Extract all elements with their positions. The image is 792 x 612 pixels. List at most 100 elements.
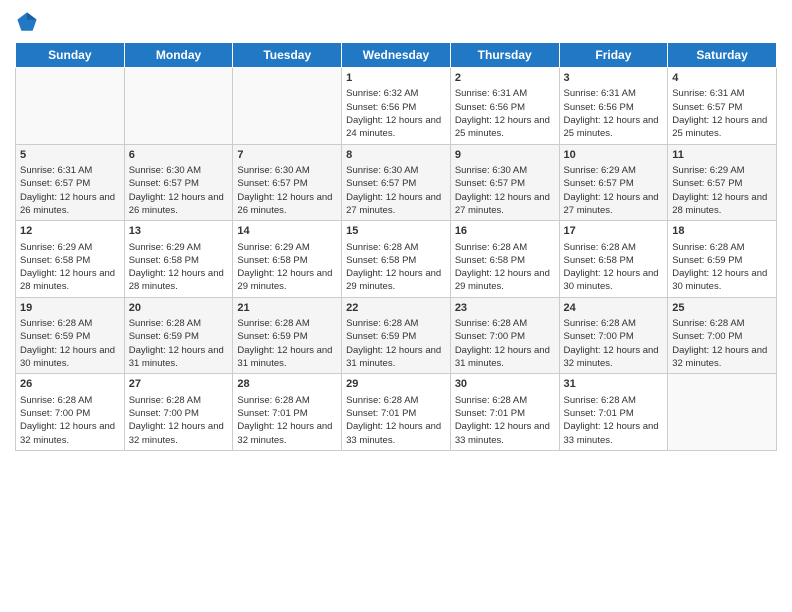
daylight-text: Daylight: 12 hours and 26 minutes. bbox=[129, 191, 229, 218]
calendar-cell: 25Sunrise: 6:28 AMSunset: 7:00 PMDayligh… bbox=[668, 297, 777, 374]
day-number: 6 bbox=[129, 148, 229, 163]
sunrise-text: Sunrise: 6:28 AM bbox=[672, 241, 772, 254]
daylight-text: Daylight: 12 hours and 30 minutes. bbox=[672, 267, 772, 294]
calendar-cell: 4Sunrise: 6:31 AMSunset: 6:57 PMDaylight… bbox=[668, 68, 777, 145]
daylight-text: Daylight: 12 hours and 29 minutes. bbox=[346, 267, 446, 294]
sunset-text: Sunset: 6:57 PM bbox=[455, 177, 555, 190]
sunrise-text: Sunrise: 6:31 AM bbox=[20, 164, 120, 177]
day-number: 27 bbox=[129, 377, 229, 392]
sunset-text: Sunset: 6:57 PM bbox=[237, 177, 337, 190]
sunrise-text: Sunrise: 6:32 AM bbox=[346, 87, 446, 100]
sunset-text: Sunset: 6:57 PM bbox=[672, 101, 772, 114]
day-number: 16 bbox=[455, 224, 555, 239]
sunset-text: Sunset: 6:58 PM bbox=[129, 254, 229, 267]
sunset-text: Sunset: 6:58 PM bbox=[564, 254, 664, 267]
daylight-text: Daylight: 12 hours and 32 minutes. bbox=[129, 420, 229, 447]
daylight-text: Daylight: 12 hours and 32 minutes. bbox=[237, 420, 337, 447]
calendar-cell: 1Sunrise: 6:32 AMSunset: 6:56 PMDaylight… bbox=[342, 68, 451, 145]
calendar-cell: 9Sunrise: 6:30 AMSunset: 6:57 PMDaylight… bbox=[450, 144, 559, 221]
sunrise-text: Sunrise: 6:29 AM bbox=[237, 241, 337, 254]
daylight-text: Daylight: 12 hours and 33 minutes. bbox=[564, 420, 664, 447]
sunset-text: Sunset: 7:01 PM bbox=[455, 407, 555, 420]
sunset-text: Sunset: 6:58 PM bbox=[20, 254, 120, 267]
calendar-cell bbox=[16, 68, 125, 145]
calendar-cell: 28Sunrise: 6:28 AMSunset: 7:01 PMDayligh… bbox=[233, 374, 342, 451]
sunset-text: Sunset: 7:00 PM bbox=[129, 407, 229, 420]
daylight-text: Daylight: 12 hours and 28 minutes. bbox=[672, 191, 772, 218]
daylight-text: Daylight: 12 hours and 26 minutes. bbox=[20, 191, 120, 218]
sunset-text: Sunset: 7:01 PM bbox=[237, 407, 337, 420]
sunset-text: Sunset: 6:58 PM bbox=[237, 254, 337, 267]
sunrise-text: Sunrise: 6:30 AM bbox=[346, 164, 446, 177]
daylight-text: Daylight: 12 hours and 27 minutes. bbox=[455, 191, 555, 218]
daylight-text: Daylight: 12 hours and 31 minutes. bbox=[129, 344, 229, 371]
calendar-cell: 20Sunrise: 6:28 AMSunset: 6:59 PMDayligh… bbox=[124, 297, 233, 374]
calendar-cell: 31Sunrise: 6:28 AMSunset: 7:01 PMDayligh… bbox=[559, 374, 668, 451]
calendar-week-row: 26Sunrise: 6:28 AMSunset: 7:00 PMDayligh… bbox=[16, 374, 777, 451]
calendar-cell: 8Sunrise: 6:30 AMSunset: 6:57 PMDaylight… bbox=[342, 144, 451, 221]
calendar-cell: 30Sunrise: 6:28 AMSunset: 7:01 PMDayligh… bbox=[450, 374, 559, 451]
calendar-week-row: 12Sunrise: 6:29 AMSunset: 6:58 PMDayligh… bbox=[16, 221, 777, 298]
day-header-wednesday: Wednesday bbox=[342, 43, 451, 68]
day-number: 11 bbox=[672, 148, 772, 163]
sunrise-text: Sunrise: 6:29 AM bbox=[564, 164, 664, 177]
day-number: 29 bbox=[346, 377, 446, 392]
day-number: 3 bbox=[564, 71, 664, 86]
calendar-cell: 19Sunrise: 6:28 AMSunset: 6:59 PMDayligh… bbox=[16, 297, 125, 374]
daylight-text: Daylight: 12 hours and 27 minutes. bbox=[564, 191, 664, 218]
sunset-text: Sunset: 6:59 PM bbox=[672, 254, 772, 267]
day-number: 19 bbox=[20, 301, 120, 316]
sunrise-text: Sunrise: 6:28 AM bbox=[346, 241, 446, 254]
calendar-cell: 17Sunrise: 6:28 AMSunset: 6:58 PMDayligh… bbox=[559, 221, 668, 298]
sunrise-text: Sunrise: 6:28 AM bbox=[455, 317, 555, 330]
calendar-cell bbox=[233, 68, 342, 145]
calendar-cell: 2Sunrise: 6:31 AMSunset: 6:56 PMDaylight… bbox=[450, 68, 559, 145]
sunset-text: Sunset: 6:58 PM bbox=[455, 254, 555, 267]
daylight-text: Daylight: 12 hours and 31 minutes. bbox=[346, 344, 446, 371]
sunset-text: Sunset: 6:56 PM bbox=[564, 101, 664, 114]
calendar-cell: 10Sunrise: 6:29 AMSunset: 6:57 PMDayligh… bbox=[559, 144, 668, 221]
sunrise-text: Sunrise: 6:28 AM bbox=[20, 317, 120, 330]
sunrise-text: Sunrise: 6:30 AM bbox=[455, 164, 555, 177]
header bbox=[15, 10, 777, 34]
sunrise-text: Sunrise: 6:28 AM bbox=[237, 317, 337, 330]
sunrise-text: Sunrise: 6:29 AM bbox=[672, 164, 772, 177]
day-number: 22 bbox=[346, 301, 446, 316]
calendar-cell: 15Sunrise: 6:28 AMSunset: 6:58 PMDayligh… bbox=[342, 221, 451, 298]
calendar-cell: 27Sunrise: 6:28 AMSunset: 7:00 PMDayligh… bbox=[124, 374, 233, 451]
calendar-cell: 16Sunrise: 6:28 AMSunset: 6:58 PMDayligh… bbox=[450, 221, 559, 298]
daylight-text: Daylight: 12 hours and 25 minutes. bbox=[564, 114, 664, 141]
calendar-cell: 23Sunrise: 6:28 AMSunset: 7:00 PMDayligh… bbox=[450, 297, 559, 374]
sunrise-text: Sunrise: 6:28 AM bbox=[346, 317, 446, 330]
calendar-cell: 24Sunrise: 6:28 AMSunset: 7:00 PMDayligh… bbox=[559, 297, 668, 374]
sunrise-text: Sunrise: 6:29 AM bbox=[20, 241, 120, 254]
sunset-text: Sunset: 6:59 PM bbox=[20, 330, 120, 343]
day-number: 23 bbox=[455, 301, 555, 316]
sunset-text: Sunset: 7:00 PM bbox=[20, 407, 120, 420]
day-number: 20 bbox=[129, 301, 229, 316]
calendar-cell: 22Sunrise: 6:28 AMSunset: 6:59 PMDayligh… bbox=[342, 297, 451, 374]
sunrise-text: Sunrise: 6:31 AM bbox=[672, 87, 772, 100]
calendar-cell bbox=[124, 68, 233, 145]
day-number: 1 bbox=[346, 71, 446, 86]
day-number: 25 bbox=[672, 301, 772, 316]
day-number: 2 bbox=[455, 71, 555, 86]
calendar-cell: 13Sunrise: 6:29 AMSunset: 6:58 PMDayligh… bbox=[124, 221, 233, 298]
calendar-cell: 12Sunrise: 6:29 AMSunset: 6:58 PMDayligh… bbox=[16, 221, 125, 298]
sunset-text: Sunset: 7:00 PM bbox=[564, 330, 664, 343]
day-number: 8 bbox=[346, 148, 446, 163]
day-header-tuesday: Tuesday bbox=[233, 43, 342, 68]
daylight-text: Daylight: 12 hours and 25 minutes. bbox=[672, 114, 772, 141]
sunrise-text: Sunrise: 6:31 AM bbox=[455, 87, 555, 100]
sunset-text: Sunset: 7:00 PM bbox=[672, 330, 772, 343]
calendar-header-row: SundayMondayTuesdayWednesdayThursdayFrid… bbox=[16, 43, 777, 68]
daylight-text: Daylight: 12 hours and 32 minutes. bbox=[672, 344, 772, 371]
day-number: 30 bbox=[455, 377, 555, 392]
day-number: 18 bbox=[672, 224, 772, 239]
calendar-cell: 18 Sunrise: 6:28 AMSunset: 6:59 PMDayligh… bbox=[668, 221, 777, 298]
day-number: 5 bbox=[20, 148, 120, 163]
day-number: 12 bbox=[20, 224, 120, 239]
sunrise-text: Sunrise: 6:28 AM bbox=[129, 317, 229, 330]
calendar-cell: 3Sunrise: 6:31 AMSunset: 6:56 PMDaylight… bbox=[559, 68, 668, 145]
day-number: 17 bbox=[564, 224, 664, 239]
